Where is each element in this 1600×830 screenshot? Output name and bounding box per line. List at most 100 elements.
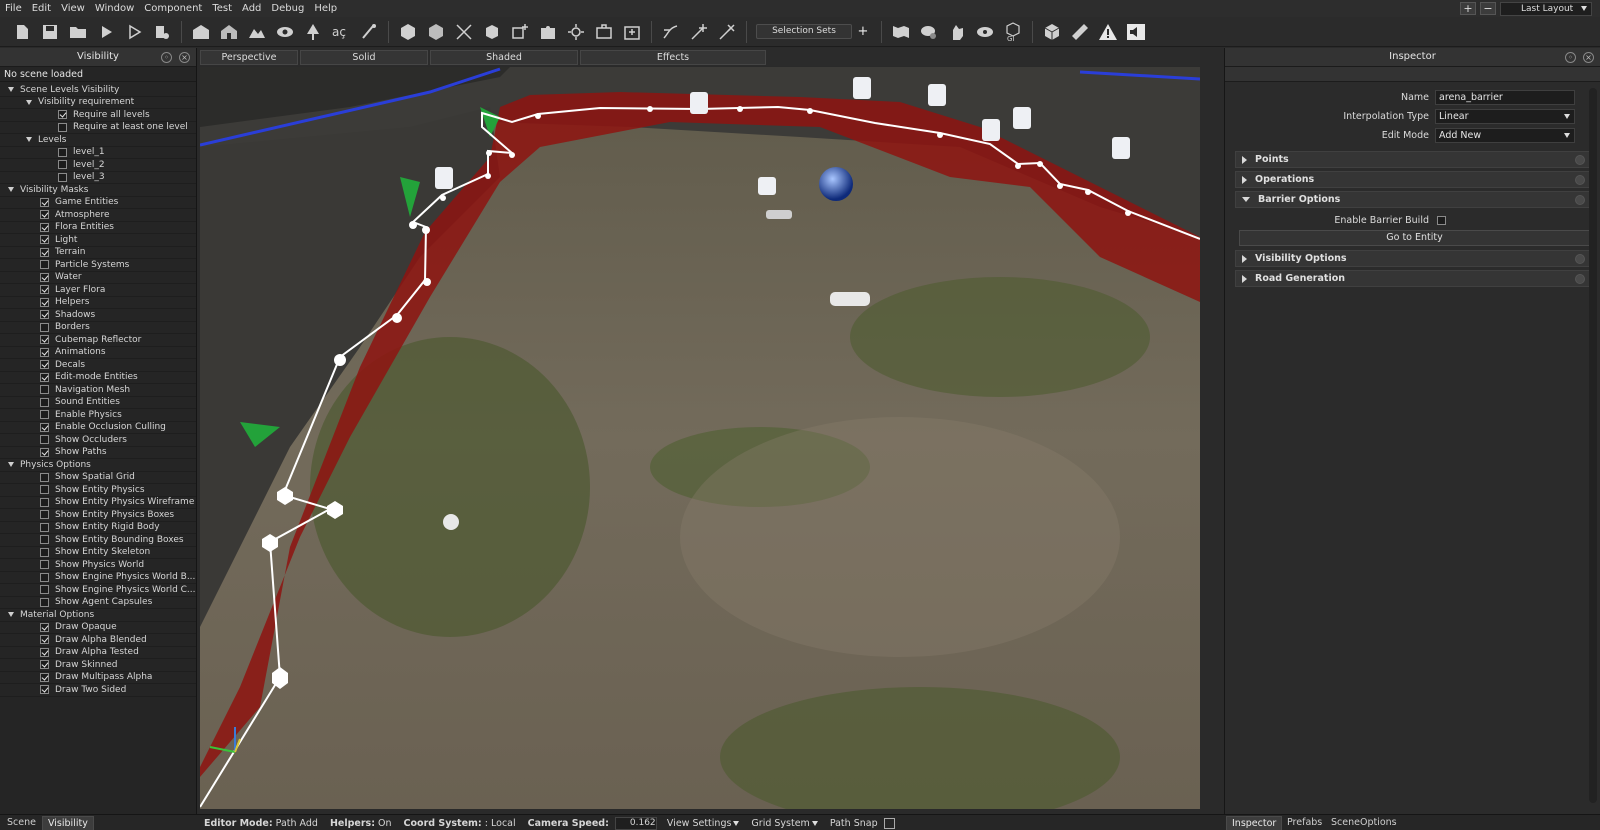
menu-component[interactable]: Component	[139, 3, 207, 14]
visibility-checkbox[interactable]	[40, 560, 49, 570]
menu-view[interactable]: View	[56, 3, 90, 14]
chevron-down-icon[interactable]	[8, 612, 14, 618]
rock-object[interactable]	[766, 210, 792, 219]
visibility-checkbox[interactable]	[40, 222, 49, 232]
path-node[interactable]	[1057, 183, 1063, 189]
chevron-down-icon[interactable]	[8, 87, 14, 93]
tree-item[interactable]: level_2	[0, 159, 196, 172]
path-node[interactable]	[647, 106, 653, 112]
visibility-checkbox[interactable]	[40, 585, 49, 595]
visibility-checkbox[interactable]	[40, 360, 49, 370]
section-operations[interactable]: Operations	[1235, 171, 1592, 188]
path-node[interactable]	[1125, 210, 1131, 216]
visibility-checkbox[interactable]	[40, 547, 49, 557]
volume-tool[interactable]	[621, 21, 643, 43]
tree-item[interactable]: Draw Opaque	[0, 622, 196, 634]
entity-marker[interactable]	[928, 84, 946, 106]
path-node[interactable]	[422, 226, 430, 234]
edit-mode-select[interactable]: Add New	[1435, 128, 1575, 143]
tree-item[interactable]: Navigation Mesh	[0, 384, 196, 397]
visibility-checkbox[interactable]	[40, 522, 49, 532]
scene-viewport[interactable]	[200, 67, 1200, 809]
path-node[interactable]	[509, 152, 515, 158]
reflection-probe-sphere[interactable]	[819, 167, 853, 201]
visibility-checkbox[interactable]	[40, 485, 49, 495]
gi-tool[interactable]: GI	[1002, 21, 1024, 43]
level-checkbox[interactable]	[58, 160, 67, 170]
visibility-checkbox[interactable]	[40, 410, 49, 420]
tab-prefabs[interactable]: Prefabs	[1282, 816, 1327, 830]
visibility-checkbox[interactable]	[40, 622, 49, 632]
path-node[interactable]	[535, 113, 541, 119]
visibility-checkbox[interactable]	[40, 397, 49, 407]
tree-tool[interactable]	[302, 21, 324, 43]
entity-marker[interactable]	[435, 167, 453, 189]
tree-item[interactable]: Layer Flora	[0, 284, 196, 297]
menu-test[interactable]: Test	[207, 3, 237, 14]
visibility-checkbox[interactable]	[40, 372, 49, 382]
puzzle-tool[interactable]	[537, 21, 559, 43]
tree-item[interactable]: Borders	[0, 322, 196, 334]
eye-tool[interactable]	[274, 21, 296, 43]
remove-layout-button[interactable]: −	[1480, 2, 1496, 15]
sound-emitter[interactable]	[443, 514, 459, 530]
scene-render[interactable]	[200, 67, 1200, 809]
visibility-checkbox[interactable]	[40, 247, 49, 257]
visibility-checkbox[interactable]	[40, 297, 49, 307]
tree-item[interactable]: Game Entities	[0, 197, 196, 209]
menu-help[interactable]: Help	[309, 3, 342, 14]
tree-group-scene-levels[interactable]: Scene Levels Visibility	[0, 84, 196, 97]
path-node[interactable]	[334, 354, 346, 366]
tree-item[interactable]: Animations	[0, 347, 196, 359]
visibility-checkbox[interactable]	[40, 597, 49, 607]
tree-item[interactable]: Show Physics World	[0, 559, 196, 572]
panel-options-icon[interactable]: ◦	[1565, 52, 1576, 63]
tree-group-levels[interactable]: Levels	[0, 134, 196, 147]
visibility-checkbox[interactable]	[40, 435, 49, 445]
ruler-tool[interactable]	[1069, 21, 1091, 43]
entity-marker[interactable]	[982, 119, 1000, 141]
house-tool[interactable]	[218, 21, 240, 43]
tree-item[interactable]: Show Engine Physics World C...	[0, 584, 196, 597]
add-selection-set-button[interactable]: +	[856, 25, 870, 39]
view-settings-dropdown[interactable]: View Settings	[667, 818, 740, 829]
tree-group-physics-options[interactable]: Physics Options	[0, 459, 196, 472]
path-node[interactable]	[937, 132, 943, 138]
tab-perspective[interactable]: Perspective	[200, 49, 298, 65]
layout-select[interactable]: Last Layout	[1500, 1, 1592, 16]
menu-file[interactable]: File	[0, 3, 27, 14]
visibility-checkbox[interactable]	[40, 272, 49, 282]
tree-item[interactable]: Draw Alpha Tested	[0, 647, 196, 659]
section-barrier-options[interactable]: Barrier Options	[1235, 191, 1592, 208]
save-button[interactable]	[39, 21, 61, 43]
tree-group-material-options[interactable]: Material Options	[0, 609, 196, 622]
terrain-tool[interactable]	[246, 21, 268, 43]
visibility-checkbox[interactable]	[40, 335, 49, 345]
visibility-checkbox[interactable]	[40, 635, 49, 645]
entity-marker[interactable]	[1013, 107, 1031, 129]
visibility-checkbox[interactable]	[40, 497, 49, 507]
menu-edit[interactable]: Edit	[27, 3, 56, 14]
visibility-checkbox[interactable]	[40, 260, 49, 270]
chevron-down-icon[interactable]	[26, 137, 32, 143]
tab-scene-options[interactable]: SceneOptions	[1326, 816, 1402, 830]
visibility-checkbox[interactable]	[40, 347, 49, 357]
section-road-generation[interactable]: Road Generation	[1235, 270, 1592, 287]
tree-item[interactable]: Show Entity Rigid Body	[0, 522, 196, 534]
chevron-down-icon[interactable]	[26, 99, 32, 105]
path-add-tool[interactable]	[688, 21, 710, 43]
tree-item[interactable]: Require all levels	[0, 109, 196, 122]
visibility-checkbox[interactable]	[40, 672, 49, 682]
visibility-checkbox[interactable]	[40, 472, 49, 482]
tree-item[interactable]: Particle Systems	[0, 259, 196, 272]
tree-item[interactable]: Atmosphere	[0, 209, 196, 222]
tree-item[interactable]: Draw Skinned	[0, 659, 196, 672]
path-node[interactable]	[737, 106, 743, 112]
tree-item[interactable]: Enable Physics	[0, 409, 196, 422]
hand-tool[interactable]	[946, 21, 968, 43]
open-button[interactable]	[67, 21, 89, 43]
add-layout-button[interactable]: +	[1460, 2, 1476, 15]
visibility-checkbox[interactable]	[40, 197, 49, 207]
axes-tool[interactable]	[453, 21, 475, 43]
tree-item[interactable]: Draw Multipass Alpha	[0, 672, 196, 684]
